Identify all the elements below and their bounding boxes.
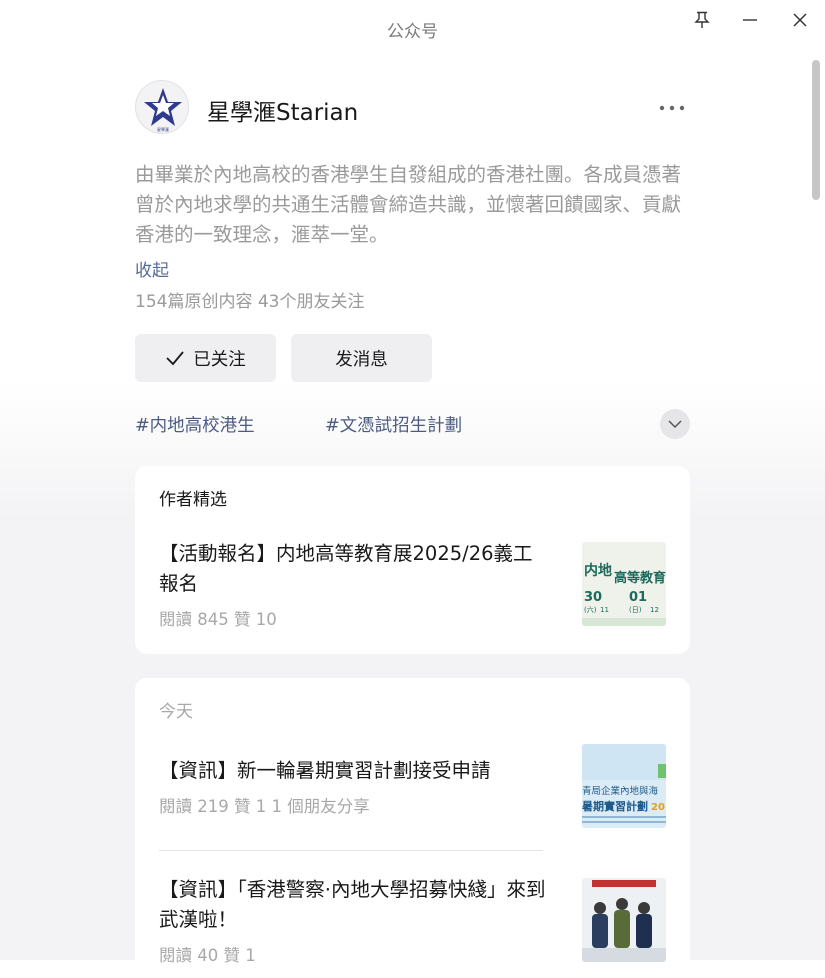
send-message-button[interactable]: 发消息: [291, 334, 432, 382]
article-title: 【活動報名】内地高等教育展2025/26義工報名: [159, 542, 533, 595]
minimize-button[interactable]: [732, 6, 768, 34]
check-icon: [166, 351, 184, 366]
article-item[interactable]: 【活動報名】内地高等教育展2025/26義工報名 閱讀 845 贊 10 内地 …: [135, 526, 690, 636]
chevron-down-icon: [668, 419, 682, 428]
close-button[interactable]: [782, 6, 818, 34]
avatar[interactable]: 星學滙: [135, 80, 189, 134]
svg-text:30: 30: [584, 590, 602, 605]
close-icon: [793, 13, 807, 27]
svg-text:(日): (日): [629, 606, 642, 614]
svg-text:12: 12: [650, 606, 659, 614]
scrollbar-thumb[interactable]: [812, 60, 820, 200]
article-title: 【資訊】「香港警察·內地大學招募快綫」來到武漢啦！: [159, 878, 546, 931]
svg-text:01: 01: [629, 590, 647, 605]
article-item[interactable]: 【資訊】「香港警察·內地大學招募快綫」來到武漢啦！ 閱讀 40 贊 1: [135, 864, 690, 978]
account-description: 由畢業於內地高校的香港學生自發組成的香港社團。各成員憑著曾於內地求學的共通生活體…: [135, 163, 682, 246]
tag-inland-university[interactable]: #内地高校港生: [135, 412, 255, 437]
divider: [159, 850, 543, 851]
svg-text:青局企業內地與海: 青局企業內地與海: [582, 785, 659, 797]
article-meta: 閱讀 845 贊 10: [159, 610, 277, 629]
collapse-link[interactable]: 收起: [135, 256, 169, 281]
more-icon: [659, 105, 685, 111]
article-thumbnail: [582, 878, 666, 962]
article-title: 【資訊】新一輪暑期實習計劃接受申請: [159, 759, 491, 782]
article-thumbnail: 内地 高等教育展 30 01 (六) 11 (日) 12: [582, 542, 666, 626]
star-logo-icon: 星學滙: [144, 88, 182, 132]
today-heading: 今天: [159, 702, 193, 722]
article-thumbnail: 青局企業內地與海 暑期實習計劃 20: [582, 744, 666, 828]
svg-text:星學滙: 星學滙: [157, 126, 169, 132]
title-bar: 公众号: [0, 0, 825, 56]
minimize-icon: [743, 19, 757, 21]
svg-text:11: 11: [600, 606, 609, 614]
featured-card: 作者精选 【活動報名】内地高等教育展2025/26義工報名 閱讀 845 贊 1…: [135, 466, 690, 654]
expand-tags-button[interactable]: [660, 409, 690, 439]
thumbnail-graphic: 内地 高等教育展 30 01 (六) 11 (日) 12: [582, 542, 666, 626]
send-message-label: 发消息: [335, 349, 388, 370]
article-meta: 閱讀 40 贊 1: [159, 946, 256, 965]
pin-icon: [694, 11, 710, 28]
svg-text:内地: 内地: [584, 562, 612, 579]
account-stats: 154篇原创内容 43个朋友关注: [135, 292, 365, 312]
featured-heading: 作者精选: [159, 490, 227, 510]
pin-button[interactable]: [684, 6, 720, 34]
today-card: 今天 【資訊】新一輪暑期實習計劃接受申請 閱讀 219 贊 1 1 個朋友分享 …: [135, 678, 690, 978]
thumbnail-graphic: 青局企業內地與海 暑期實習計劃 20: [582, 744, 666, 828]
account-name: 星學滙Starian: [207, 100, 359, 126]
followed-label: 已关注: [193, 349, 246, 370]
followed-button[interactable]: 已关注: [135, 334, 276, 382]
article-item[interactable]: 【資訊】新一輪暑期實習計劃接受申請 閱讀 219 贊 1 1 個朋友分享 青局企…: [135, 738, 690, 848]
svg-text:高等教育展: 高等教育展: [614, 570, 666, 586]
svg-text:20: 20: [651, 802, 665, 813]
more-button[interactable]: [654, 94, 690, 122]
svg-text:暑期實習計劃: 暑期實習計劃: [582, 799, 648, 813]
svg-text:(六): (六): [584, 605, 597, 614]
article-meta: 閱讀 219 贊 1 1 個朋友分享: [159, 797, 370, 816]
thumbnail-graphic: [582, 878, 666, 962]
tag-dse-admission[interactable]: #文憑試招生計劃: [325, 412, 462, 437]
account-header: 星學滙 星學滙Starian: [135, 80, 690, 136]
